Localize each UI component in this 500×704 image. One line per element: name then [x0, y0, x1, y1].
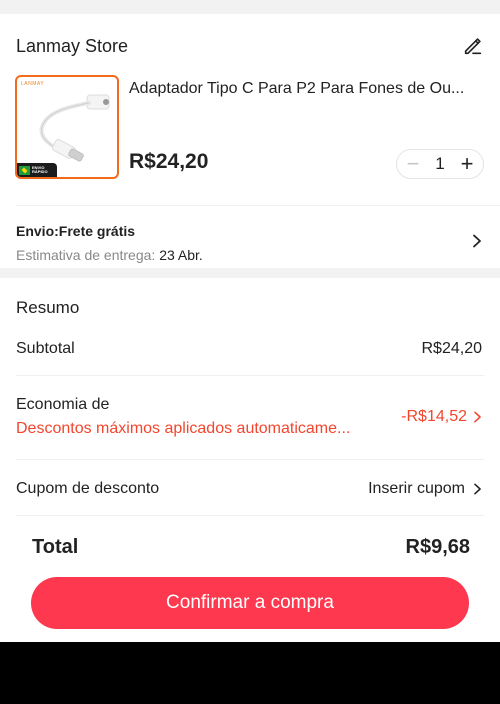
auto-discount-note: Descontos máximos aplicados automaticame…: [16, 420, 351, 437]
confirm-purchase-button[interactable]: Confirmar a compra: [31, 577, 469, 629]
fast-shipping-badge: ENVIO RÁPIDO: [17, 163, 57, 177]
minus-icon[interactable]: −: [401, 152, 425, 176]
subtotal-row: Subtotal R$24,20: [16, 340, 484, 358]
checkout-screen: Lanmay Store LANMAY ENVIO RÁPIDO Adaptad…: [0, 0, 500, 642]
plus-icon[interactable]: +: [455, 152, 479, 176]
divider: [16, 205, 500, 206]
total-value: R$9,68: [405, 536, 471, 558]
shipping-title: Envio:Frete grátis: [16, 223, 136, 239]
quantity-value[interactable]: 1: [435, 154, 444, 174]
product-price: R$24,20: [129, 150, 209, 173]
summary-title: Resumo: [16, 298, 80, 317]
subtotal-label: Subtotal: [16, 340, 75, 357]
badge-text: ENVIO RÁPIDO: [32, 165, 48, 174]
store-card: Lanmay Store LANMAY ENVIO RÁPIDO Adaptad…: [0, 14, 500, 268]
delivery-estimate-date: 23 Abr.: [159, 247, 203, 263]
coupon-value-wrap: Inserir cupom: [368, 480, 482, 498]
divider: [16, 515, 484, 516]
store-name: Lanmay Store: [16, 36, 129, 56]
divider: [16, 375, 484, 376]
usb-c-adapter-image: [39, 94, 110, 162]
product-title[interactable]: Adaptador Tipo C Para P2 Para Fones de O…: [129, 80, 485, 98]
product-thumbnail[interactable]: LANMAY ENVIO RÁPIDO: [15, 75, 119, 179]
shipping-row[interactable]: Envio:Frete grátis Estimativa de entrega…: [16, 210, 484, 268]
divider: [16, 459, 484, 460]
pencil-icon[interactable]: [462, 35, 484, 57]
summary-card: Resumo Subtotal R$24,20 Economia de Desc…: [0, 278, 500, 642]
savings-row[interactable]: Economia de Descontos máximos aplicados …: [16, 396, 484, 438]
delivery-estimate: Estimativa de entrega: 23 Abr.: [16, 247, 203, 263]
coupon-value[interactable]: Inserir cupom: [368, 480, 465, 497]
chevron-right-icon[interactable]: [473, 411, 482, 423]
chevron-right-icon[interactable]: [472, 234, 482, 248]
chevron-right-icon[interactable]: [473, 483, 482, 495]
brazil-flag-icon: [19, 165, 30, 175]
quantity-stepper: − 1 +: [396, 149, 484, 179]
subtotal-value: R$24,20: [421, 340, 483, 357]
coupon-row[interactable]: Cupom de desconto Inserir cupom: [16, 480, 484, 498]
total-label: Total: [32, 536, 79, 558]
savings-value-wrap: -R$14,52: [401, 408, 482, 426]
delivery-estimate-label: Estimativa de entrega:: [16, 247, 160, 263]
savings-value: -R$14,52: [401, 408, 467, 425]
total-row: Total R$9,68: [32, 536, 470, 559]
